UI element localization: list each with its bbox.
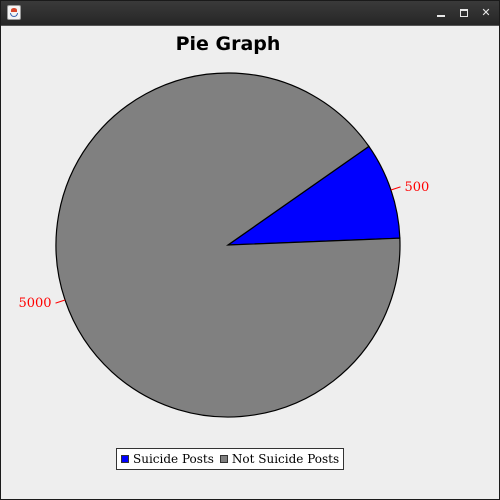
legend-item: Not Suicide Posts	[219, 452, 340, 466]
pie-slice-not-suicide-posts	[55, 72, 401, 418]
legend-label: Suicide Posts	[133, 452, 214, 466]
java-app-icon[interactable]	[7, 5, 21, 20]
chart-title: Pie Graph	[176, 33, 281, 55]
close-button[interactable]: ✕	[479, 6, 493, 20]
pie-value-label: 5000	[18, 296, 51, 311]
pie-value-label: 500	[404, 180, 429, 195]
maximize-button[interactable]	[457, 6, 471, 20]
maximize-icon	[460, 9, 468, 17]
legend-swatch	[121, 455, 129, 463]
legend-item: Suicide Posts	[121, 452, 214, 466]
app-window: ✕ Pie Graph 500 5000 Suicide Posts Not Sui…	[0, 0, 500, 500]
close-icon: ✕	[481, 6, 491, 19]
legend-swatch	[219, 455, 228, 463]
chart-legend: Suicide Posts Not Suicide Posts	[116, 448, 345, 470]
minimize-icon	[437, 15, 445, 17]
pie-slices	[55, 72, 401, 418]
pie-label-leader-line	[390, 186, 401, 191]
pie-chart: Pie Graph 500 5000	[18, 33, 429, 418]
legend-label: Not Suicide Posts	[231, 452, 340, 466]
pie-label-leader-line	[55, 299, 66, 304]
minimize-button[interactable]	[434, 6, 448, 20]
title-bar[interactable]: ✕	[1, 1, 499, 26]
